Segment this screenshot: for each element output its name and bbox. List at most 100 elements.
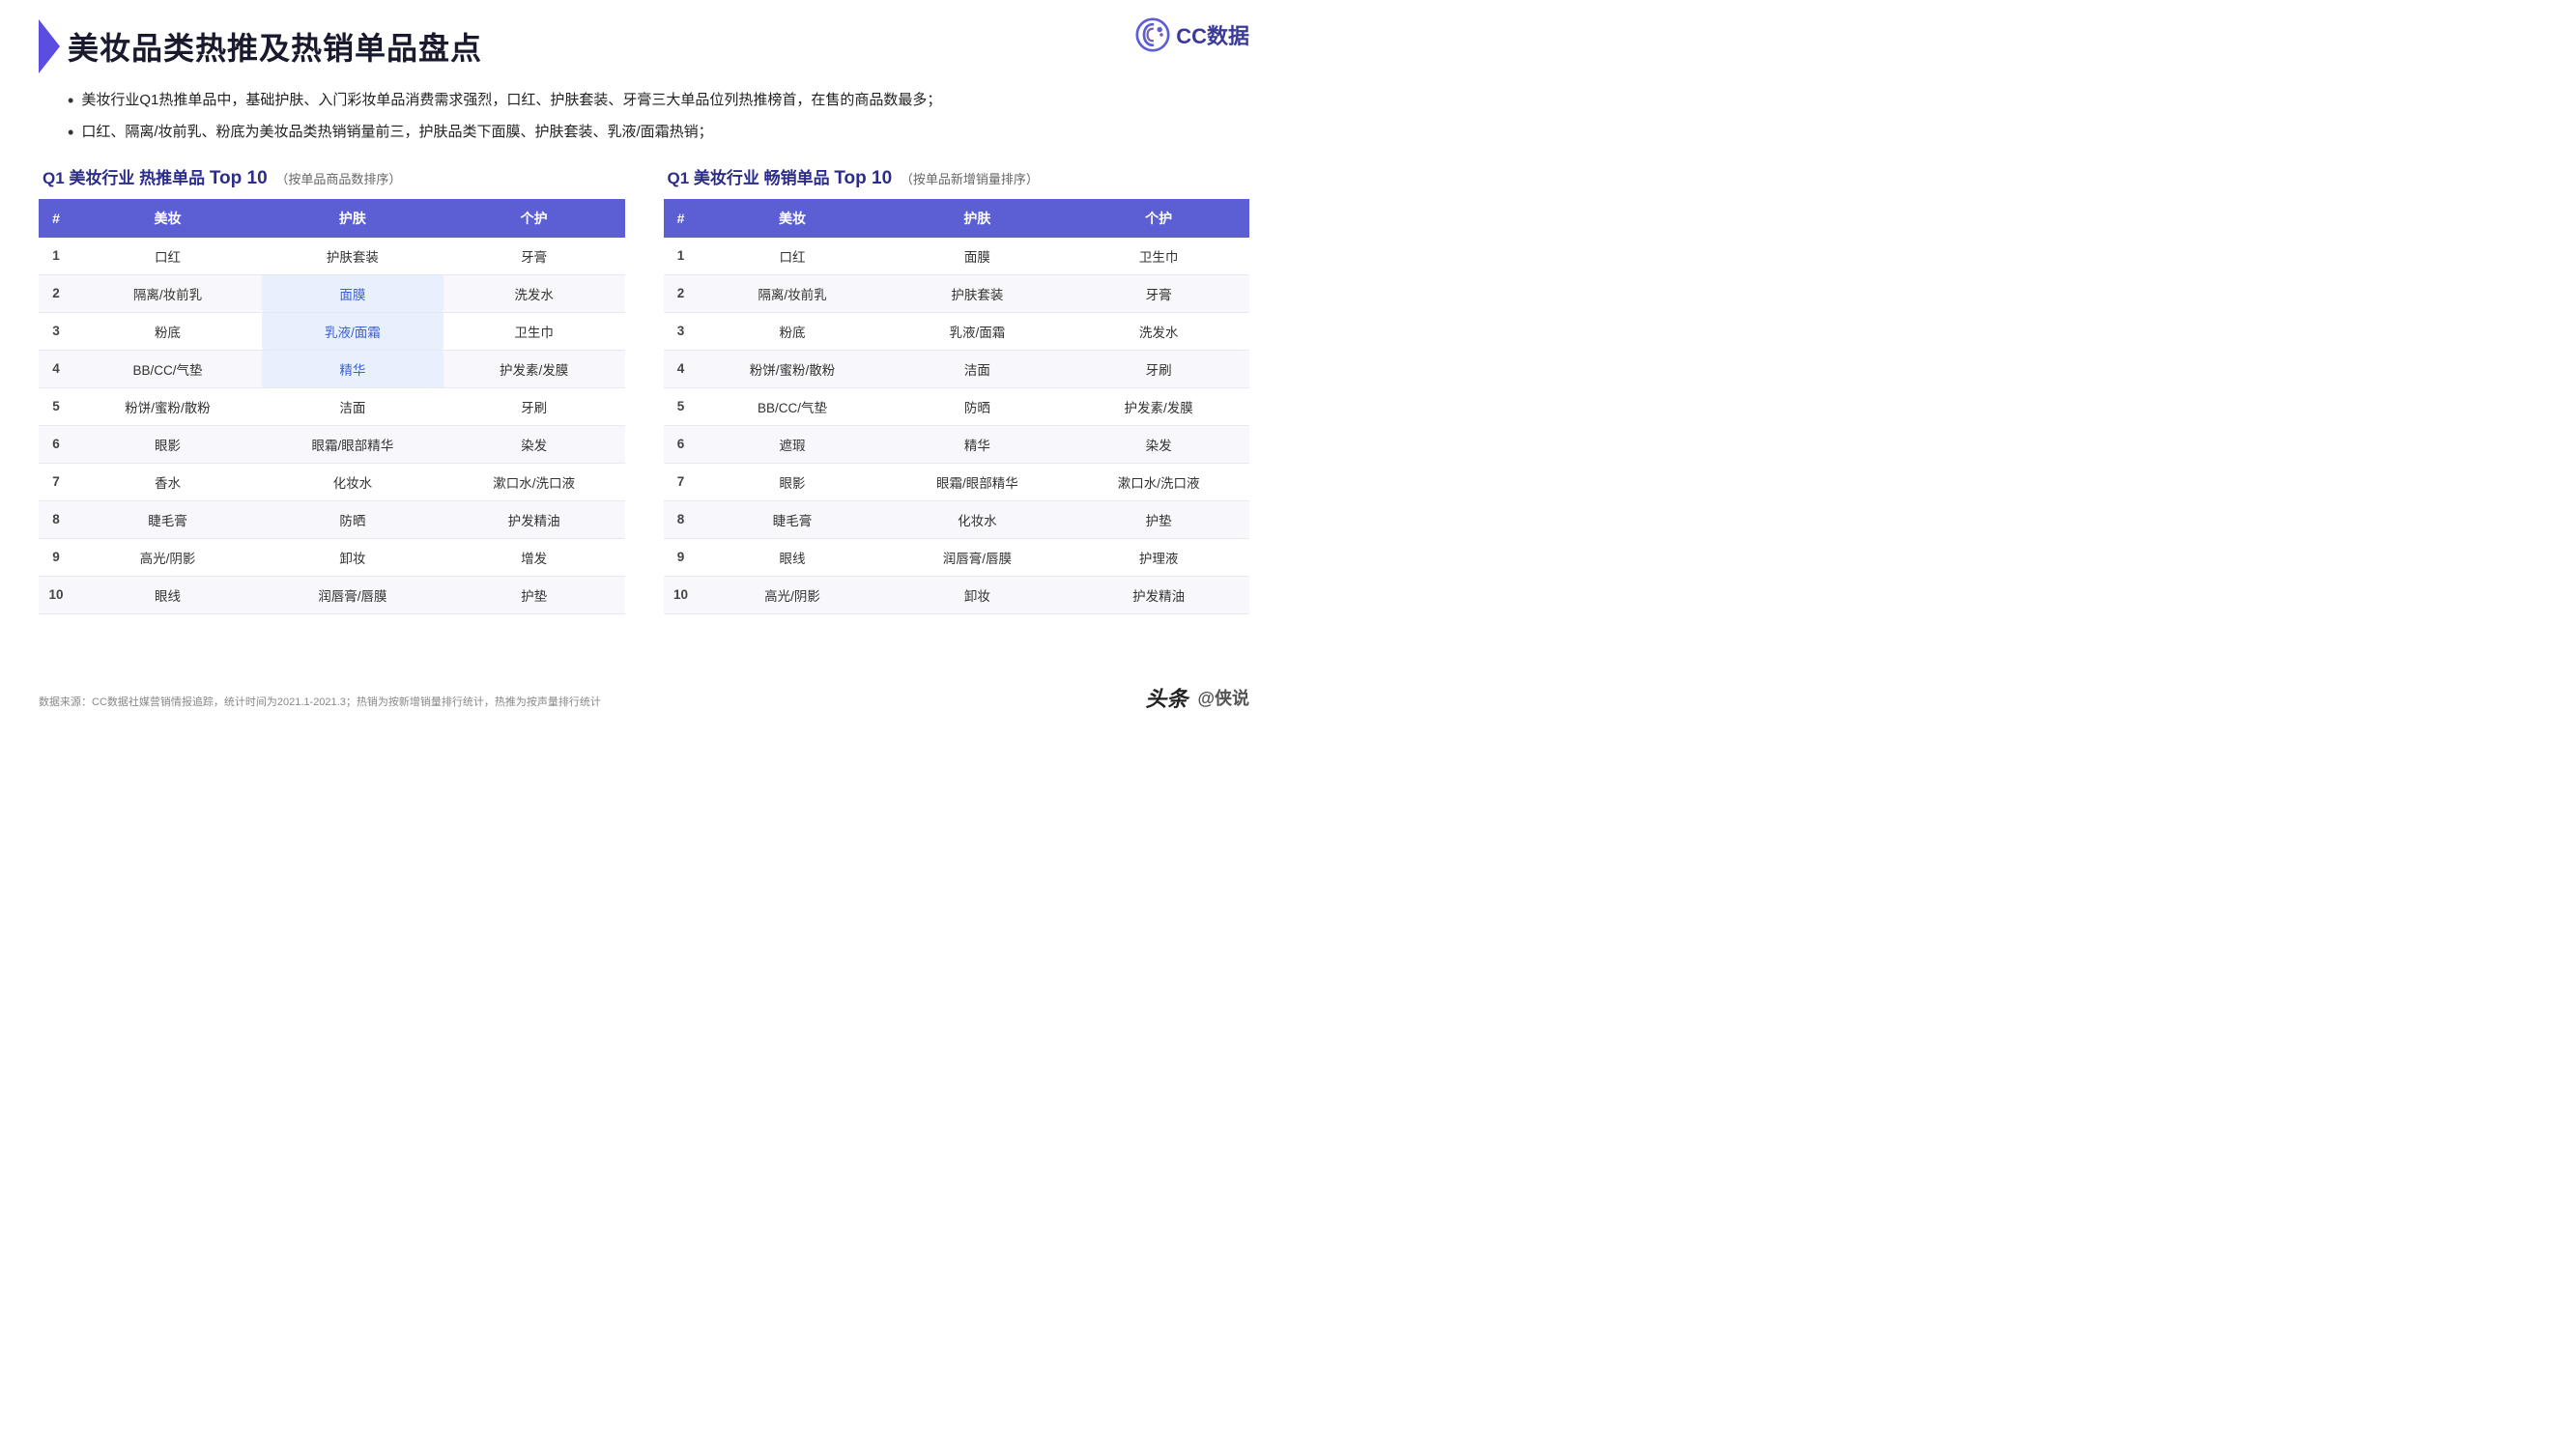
table2-header-col1: 美妆: [699, 199, 887, 238]
table2-cell-2-rank: 2: [664, 274, 699, 312]
table1-header-col3: 个护: [444, 199, 625, 238]
table1-header-row: # 美妆 护肤 个护: [39, 199, 625, 238]
table2-cell-7-col2: 眼霜/眼部精华: [887, 463, 1069, 500]
table2-cell-10-rank: 10: [664, 576, 699, 613]
table2-cell-3-col1: 粉底: [699, 312, 887, 350]
table-row: 4BB/CC/气垫精华护发素/发膜: [39, 350, 625, 387]
table1-title: Q1 美妆行业 热推单品 Top 10 （按单品商品数排序）: [39, 164, 625, 189]
table1-cell-4-col2: 精华: [262, 350, 444, 387]
cc-logo-icon: [1135, 17, 1170, 52]
table-row: 4粉饼/蜜粉/散粉洁面牙刷: [664, 350, 1250, 387]
table1-cell-8-col1: 睫毛膏: [73, 500, 262, 538]
bullet-dot-1: •: [68, 87, 73, 115]
table2-cell-3-col2: 乳液/面霜: [887, 312, 1069, 350]
table1-title-highlight: Top 10: [210, 168, 268, 188]
table2-cell-9-rank: 9: [664, 538, 699, 576]
table2-cell-4-col2: 洁面: [887, 350, 1069, 387]
table-row: 7眼影眼霜/眼部精华漱口水/洗口液: [664, 463, 1250, 500]
table1-cell-5-rank: 5: [39, 387, 73, 425]
table2-cell-5-col1: BB/CC/气垫: [699, 387, 887, 425]
table1-cell-10-col2: 润唇膏/唇膜: [262, 576, 444, 613]
table2-cell-3-col3: 洗发水: [1068, 312, 1249, 350]
table1-cell-6-col2: 眼霜/眼部精华: [262, 425, 444, 463]
table1-cell-3-col3: 卫生巾: [444, 312, 625, 350]
table2-cell-5-rank: 5: [664, 387, 699, 425]
table1-cell-5-col2: 洁面: [262, 387, 444, 425]
footer-brand-text1: 头条: [1145, 682, 1188, 713]
table1-cell-1-col1: 口红: [73, 238, 262, 275]
table1-cell-6-rank: 6: [39, 425, 73, 463]
tables-container: Q1 美妆行业 热推单品 Top 10 （按单品商品数排序） CC数据 # 美妆…: [39, 164, 1249, 614]
table2-cell-7-col1: 眼影: [699, 463, 887, 500]
table-row: 6眼影眼霜/眼部精华染发: [39, 425, 625, 463]
table1-cell-7-col1: 香水: [73, 463, 262, 500]
page: CC数据 美妆品类热推及热销单品盘点 • 美妆行业Q1热推单品中，基础护肤、入门…: [0, 0, 1288, 724]
table1-header-rank: #: [39, 199, 73, 238]
page-header: 美妆品类热推及热销单品盘点: [39, 19, 1249, 73]
bullet-text-1: 美妆行业Q1热推单品中，基础护肤、入门彩妆单品消费需求强烈，口红、护肤套装、牙膏…: [81, 87, 941, 113]
table-row: 3粉底乳液/面霜卫生巾: [39, 312, 625, 350]
table2-cell-2-col3: 牙膏: [1068, 274, 1249, 312]
table1-cell-2-col1: 隔离/妆前乳: [73, 274, 262, 312]
table2-title-prefix: Q1 美妆行业 畅销单品: [668, 169, 830, 187]
bullet-list: • 美妆行业Q1热推单品中，基础护肤、入门彩妆单品消费需求强烈，口红、护肤套装、…: [68, 87, 1249, 147]
table1-title-sub: （按单品商品数排序）: [275, 172, 401, 186]
table1-cell-10-rank: 10: [39, 576, 73, 613]
table2-title-sub: （按单品新增销量排序）: [901, 172, 1039, 186]
table1-cell-8-col2: 防晒: [262, 500, 444, 538]
table2-header-col3: 个护: [1068, 199, 1249, 238]
table2-cell-8-col1: 睫毛膏: [699, 500, 887, 538]
table2-cell-10-col1: 高光/阴影: [699, 576, 887, 613]
table2-cell-8-col3: 护垫: [1068, 500, 1249, 538]
table2-cell-10-col2: 卸妆: [887, 576, 1069, 613]
table1-cell-8-col3: 护发精油: [444, 500, 625, 538]
table-section-2: Q1 美妆行业 畅销单品 Top 10 （按单品新增销量排序） CC数据 # 美…: [664, 164, 1250, 614]
table1-cell-3-rank: 3: [39, 312, 73, 350]
table1-cell-7-rank: 7: [39, 463, 73, 500]
table2-cell-1-col3: 卫生巾: [1068, 238, 1249, 275]
table2-cell-3-rank: 3: [664, 312, 699, 350]
footer-brand: 头条 @侠说: [1145, 682, 1249, 713]
table1-cell-9-col2: 卸妆: [262, 538, 444, 576]
table2-header-col2: 护肤: [887, 199, 1069, 238]
table1-cell-5-col1: 粉饼/蜜粉/散粉: [73, 387, 262, 425]
table1-cell-1-col3: 牙膏: [444, 238, 625, 275]
table1-wrapper: CC数据 # 美妆 护肤 个护 1口红护肤套装牙膏2隔离/妆前乳面膜洗发水3粉底…: [39, 199, 625, 614]
table1-cell-3-col1: 粉底: [73, 312, 262, 350]
table1-cell-5-col3: 牙刷: [444, 387, 625, 425]
table1-cell-2-col3: 洗发水: [444, 274, 625, 312]
table2-wrapper: CC数据 # 美妆 护肤 个护 1口红面膜卫生巾2隔离/妆前乳护肤套装牙膏3粉底…: [664, 199, 1250, 614]
table-row: 6遮瑕精华染发: [664, 425, 1250, 463]
table2-cell-9-col2: 润唇膏/唇膜: [887, 538, 1069, 576]
table1-cell-4-col3: 护发素/发膜: [444, 350, 625, 387]
table-row: 8睫毛膏化妆水护垫: [664, 500, 1250, 538]
table-row: 2隔离/妆前乳面膜洗发水: [39, 274, 625, 312]
table2-cell-4-rank: 4: [664, 350, 699, 387]
table1-cell-9-col3: 增发: [444, 538, 625, 576]
table1-cell-6-col3: 染发: [444, 425, 625, 463]
table2-cell-4-col1: 粉饼/蜜粉/散粉: [699, 350, 887, 387]
table1-cell-8-rank: 8: [39, 500, 73, 538]
table2-cell-8-col2: 化妆水: [887, 500, 1069, 538]
table2-cell-9-col3: 护理液: [1068, 538, 1249, 576]
table2-cell-8-rank: 8: [664, 500, 699, 538]
table2: # 美妆 护肤 个护 1口红面膜卫生巾2隔离/妆前乳护肤套装牙膏3粉底乳液/面霜…: [664, 199, 1250, 614]
table2-header-row: # 美妆 护肤 个护: [664, 199, 1250, 238]
table1-cell-7-col2: 化妆水: [262, 463, 444, 500]
table1-cell-9-rank: 9: [39, 538, 73, 576]
table-section-1: Q1 美妆行业 热推单品 Top 10 （按单品商品数排序） CC数据 # 美妆…: [39, 164, 625, 614]
table1-header-col2: 护肤: [262, 199, 444, 238]
table1-cell-9-col1: 高光/阴影: [73, 538, 262, 576]
table1-cell-10-col1: 眼线: [73, 576, 262, 613]
table1-cell-1-col2: 护肤套装: [262, 238, 444, 275]
footer-source: 数据来源：CC数据社媒营销情报追踪，统计时间为2021.1-2021.3；热销为…: [39, 694, 601, 709]
table1-title-prefix: Q1 美妆行业 热推单品: [43, 169, 205, 187]
table-row: 3粉底乳液/面霜洗发水: [664, 312, 1250, 350]
table1-cell-4-col1: BB/CC/气垫: [73, 350, 262, 387]
table1-cell-2-col2: 面膜: [262, 274, 444, 312]
table-row: 2隔离/妆前乳护肤套装牙膏: [664, 274, 1250, 312]
table2-cell-2-col1: 隔离/妆前乳: [699, 274, 887, 312]
table-row: 9高光/阴影卸妆增发: [39, 538, 625, 576]
table-row: 10眼线润唇膏/唇膜护垫: [39, 576, 625, 613]
table2-cell-10-col3: 护发精油: [1068, 576, 1249, 613]
